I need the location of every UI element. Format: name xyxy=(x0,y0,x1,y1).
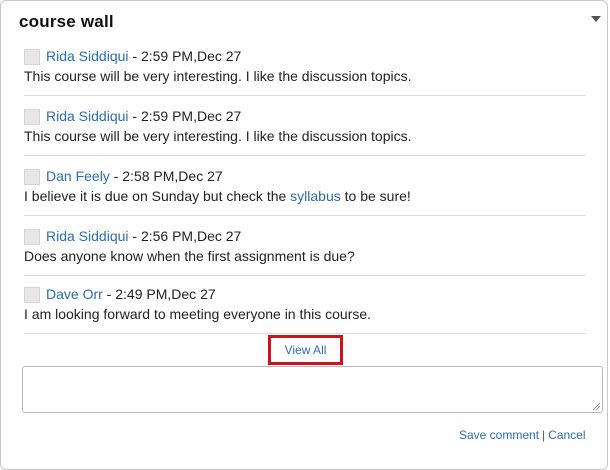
separator: - xyxy=(128,48,141,64)
collapse-toggle-button[interactable] xyxy=(589,13,603,25)
post-header: Dan Feely - 2:58 PM,Dec 27 xyxy=(24,168,223,186)
view-all-highlight: View All xyxy=(268,335,343,365)
author-link[interactable]: Dave Orr xyxy=(46,286,103,302)
comment-input[interactable] xyxy=(22,366,603,413)
post-timestamp: 2:59 PM,Dec 27 xyxy=(140,48,242,64)
post-message: Does anyone know when the first assignme… xyxy=(24,248,355,264)
wall-post: Rida Siddiqui - 2:59 PM,Dec 27 This cour… xyxy=(24,104,586,156)
separator: - xyxy=(128,108,141,124)
comment-actions: Save comment | Cancel xyxy=(459,428,586,442)
message-text: to be sure! xyxy=(340,188,411,204)
post-timestamp: 2:59 PM,Dec 27 xyxy=(140,108,242,124)
separator: - xyxy=(102,286,116,302)
post-message: I believe it is due on Sunday but check … xyxy=(24,188,411,204)
author-link[interactable]: Rida Siddiqui xyxy=(46,108,129,124)
wall-post: Dan Feely - 2:58 PM,Dec 27 I believe it … xyxy=(24,164,586,216)
post-header: Rida Siddiqui - 2:59 PM,Dec 27 xyxy=(24,48,241,66)
post-header: Rida Siddiqui - 2:59 PM,Dec 27 xyxy=(24,108,241,126)
save-comment-button[interactable]: Save comment xyxy=(459,428,539,442)
avatar[interactable] xyxy=(24,169,40,185)
post-timestamp: 2:58 PM,Dec 27 xyxy=(122,168,223,184)
post-message: This course will be very interesting. I … xyxy=(24,128,412,144)
avatar[interactable] xyxy=(24,287,40,303)
wall-post: Dave Orr - 2:49 PM,Dec 27 I am looking f… xyxy=(24,282,586,334)
cancel-button[interactable]: Cancel xyxy=(548,428,585,442)
post-header: Rida Siddiqui - 2:56 PM,Dec 27 xyxy=(24,228,241,246)
view-all-link[interactable]: View All xyxy=(285,343,327,357)
resize-grip-icon[interactable] xyxy=(592,402,601,411)
author-link[interactable]: Dan Feely xyxy=(46,168,110,184)
post-message: I am looking forward to meeting everyone… xyxy=(24,306,372,322)
post-timestamp: 2:49 PM,Dec 27 xyxy=(115,286,216,302)
avatar[interactable] xyxy=(24,109,40,125)
syllabus-link[interactable]: syllabus xyxy=(290,188,341,204)
separator: - xyxy=(109,168,123,184)
post-header: Dave Orr - 2:49 PM,Dec 27 xyxy=(24,286,216,304)
panel-title: course wall xyxy=(19,12,114,31)
post-message: This course will be very interesting. I … xyxy=(24,68,412,84)
separator: - xyxy=(128,228,141,244)
author-link[interactable]: Rida Siddiqui xyxy=(46,228,129,244)
triangle-down-icon xyxy=(591,16,601,22)
avatar[interactable] xyxy=(24,229,40,245)
message-text: I believe it is due on Sunday but check … xyxy=(24,188,291,204)
post-timestamp: 2:56 PM,Dec 27 xyxy=(140,228,242,244)
avatar[interactable] xyxy=(24,49,40,65)
wall-post: Rida Siddiqui - 2:56 PM,Dec 27 Does anyo… xyxy=(24,224,586,276)
wall-post: Rida Siddiqui - 2:59 PM,Dec 27 This cour… xyxy=(24,44,586,96)
author-link[interactable]: Rida Siddiqui xyxy=(46,48,129,64)
action-divider: | xyxy=(542,428,546,442)
